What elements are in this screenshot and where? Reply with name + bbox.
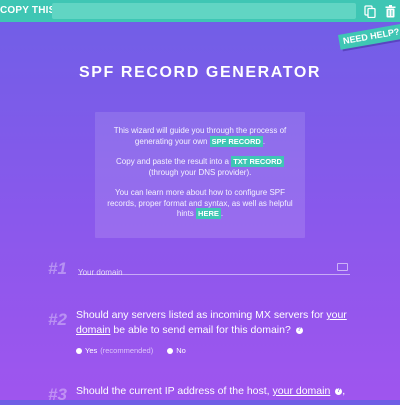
intro-paragraph-2: Copy and paste the result into a TXT REC…	[103, 156, 297, 178]
radio-yes[interactable]	[76, 347, 82, 354]
domain-input[interactable]	[78, 268, 328, 277]
trash-icon[interactable]	[382, 3, 398, 19]
recommended-note: (recommended)	[100, 346, 154, 355]
spf-record-badge[interactable]: SPF RECORD	[209, 135, 263, 147]
radio-no[interactable]	[167, 347, 174, 354]
step-2-number: #2	[48, 310, 67, 329]
intro-text-2: Copy and paste the result into a	[116, 157, 229, 166]
intro-paragraph-1: This wizard will guide you through the p…	[103, 126, 297, 147]
card-icon	[337, 263, 348, 271]
need-help-button[interactable]: NEED HELP?	[338, 22, 400, 50]
question-2-text-end: be able to send email for this domain?	[113, 324, 291, 336]
copy-bar: COPY THIS:	[0, 0, 400, 22]
intro-paragraph-3: You can learn more about how to configur…	[103, 188, 297, 220]
question-2-text: Should any servers listed as incoming MX…	[76, 309, 324, 321]
intro-text-2-end: (through your DNS provider).	[148, 167, 252, 177]
intro-text-3-end: .	[220, 209, 224, 218]
your-domain-link-3[interactable]: your domain	[273, 385, 331, 397]
intro-text-1-end: .	[262, 136, 266, 146]
domain-field	[78, 262, 350, 277]
step-1-number: #1	[48, 259, 67, 278]
intro-box: This wizard will guide you through the p…	[95, 112, 305, 238]
radio-yes-label[interactable]: Yes	[85, 346, 97, 355]
question-3-text: Should the current IP address of the hos…	[76, 385, 270, 397]
copy-icon[interactable]	[362, 3, 378, 19]
copy-output-field[interactable]	[52, 3, 356, 19]
step-3-number: #3	[48, 385, 67, 404]
copy-label: COPY THIS:	[0, 5, 60, 16]
txt-record-badge[interactable]: TXT RECORD	[231, 156, 284, 167]
question-2: Should any servers listed as incoming MX…	[76, 308, 356, 338]
question-3-text-end: ,	[342, 385, 346, 397]
radio-no-label[interactable]: No	[176, 346, 186, 355]
help-icon[interactable]: ?	[295, 327, 303, 334]
here-link[interactable]: HERE	[196, 208, 221, 219]
mx-options: Yes (recommended) No	[76, 346, 186, 355]
page-title: SPF RECORD GENERATOR	[78, 64, 322, 81]
question-3: Should the current IP address of the hos…	[76, 384, 356, 399]
